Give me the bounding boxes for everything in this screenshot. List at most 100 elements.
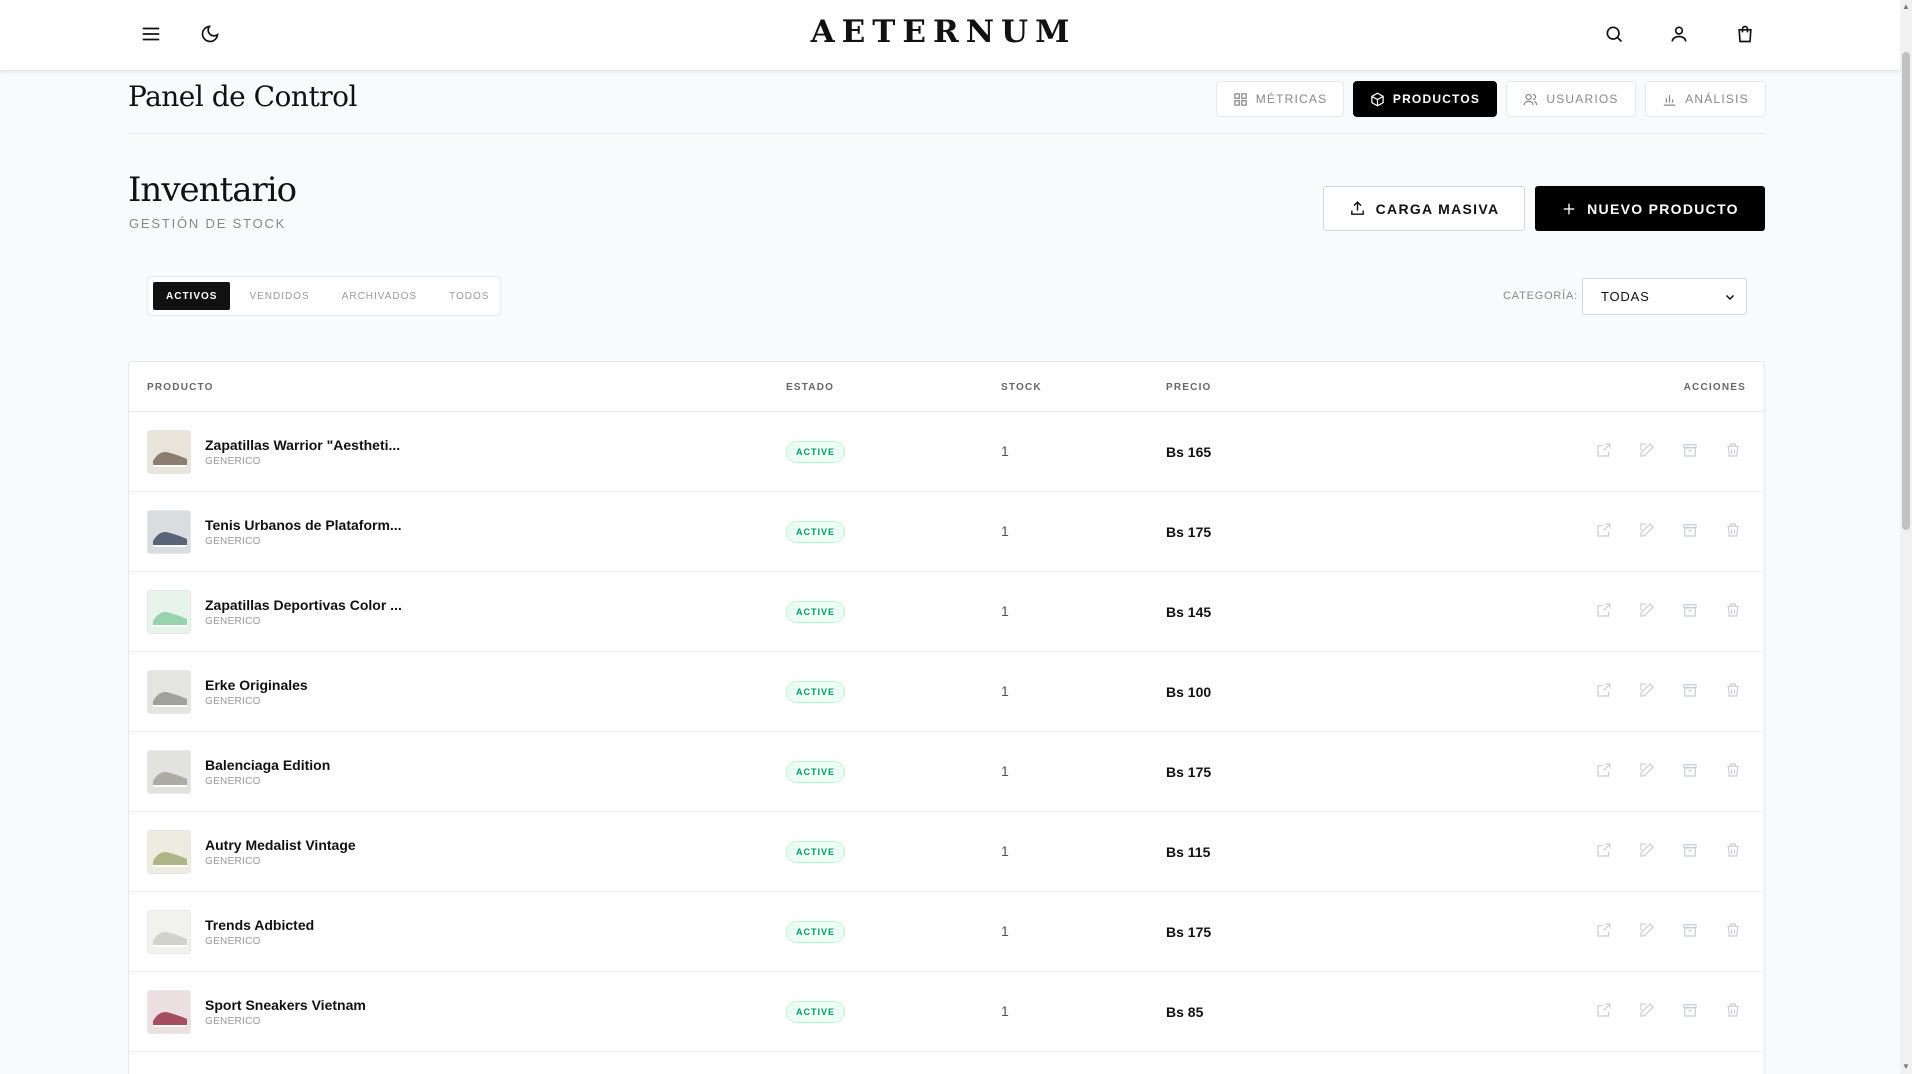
trash-icon[interactable] [1724,1001,1742,1019]
product-category: GENERICO [205,936,261,947]
user-icon[interactable] [1661,16,1697,52]
stock-value: 1 [1001,523,1009,539]
filter-tab-activos[interactable]: ACTIVOS [153,282,231,310]
trash-icon[interactable] [1724,841,1742,859]
table-row[interactable]: Zapatillas Deportivas Color ... GENERICO… [129,572,1764,652]
table-row[interactable]: Erke Originales GENERICO ACTIVE 1 Bs 100 [129,652,1764,732]
stock-value: 1 [1001,923,1009,939]
product-name[interactable]: Trends Adbicted [205,917,314,933]
product-name[interactable]: Zapatillas Warrior "Aestheti... [205,437,400,453]
table-header: PRODUCTO ESTADO STOCK PRECIO ACCIONES [129,362,1764,412]
scroll-up-arrow[interactable]: ▲ [1902,2,1910,12]
product-category: GENERICO [205,1016,261,1027]
trash-icon[interactable] [1724,681,1742,699]
product-thumbnail[interactable] [147,670,191,714]
external-link-icon[interactable] [1595,521,1613,539]
edit-icon[interactable] [1638,841,1656,859]
external-link-icon[interactable] [1595,761,1613,779]
product-name[interactable]: Erke Originales [205,677,308,693]
external-link-icon[interactable] [1595,601,1613,619]
table-row[interactable]: Autry Medalist Vintage GENERICO ACTIVE 1… [129,812,1764,892]
edit-icon[interactable] [1638,761,1656,779]
users-icon [1523,93,1538,105]
edit-icon[interactable] [1638,1001,1656,1019]
external-link-icon[interactable] [1595,1001,1613,1019]
column-header-status: ESTADO [786,382,835,393]
product-name[interactable]: Zapatillas Deportivas Color ... [205,597,402,613]
product-name[interactable]: Balenciaga Edition [205,757,330,773]
cart-icon[interactable] [1727,16,1763,52]
filter-tab-archivados[interactable]: ARCHIVADOS [329,282,430,310]
external-link-icon[interactable] [1595,921,1613,939]
edit-icon[interactable] [1638,921,1656,939]
tab-productos[interactable]: PRODUCTOS [1353,81,1497,117]
trash-icon[interactable] [1724,601,1742,619]
product-thumbnail[interactable] [147,430,191,474]
edit-icon[interactable] [1638,681,1656,699]
trash-icon[interactable] [1724,521,1742,539]
bulk-upload-button[interactable]: CARGA MASIVA [1323,186,1525,231]
archive-icon[interactable] [1681,601,1699,619]
filter-tab-todos[interactable]: TODOS [436,282,502,310]
table-row[interactable]: Zapatillas Warrior "Aestheti... GENERICO… [129,412,1764,492]
status-badge: ACTIVE [786,441,846,463]
edit-icon[interactable] [1638,521,1656,539]
search-icon[interactable] [1596,16,1632,52]
tab-analisis[interactable]: ANÁLISIS [1645,81,1766,117]
edit-icon[interactable] [1638,441,1656,459]
stock-value: 1 [1001,843,1009,859]
category-select[interactable]: TODAS [1582,278,1747,315]
grid-icon [1233,92,1247,106]
status-badge: ACTIVE [786,921,846,943]
column-header-price: PRECIO [1166,382,1212,393]
new-product-button[interactable]: NUEVO PRODUCTO [1535,186,1765,231]
external-link-icon[interactable] [1595,841,1613,859]
price-value: Bs 145 [1166,604,1212,620]
product-thumbnail[interactable] [147,510,191,554]
archive-icon[interactable] [1681,841,1699,859]
top-navbar: AETERNUM [0,0,1900,71]
edit-icon[interactable] [1638,601,1656,619]
column-header-actions: ACCIONES [1683,382,1746,393]
table-row[interactable]: Tenis Urbanos de Plataform... GENERICO A… [129,492,1764,572]
product-thumbnail[interactable] [147,910,191,954]
box-icon [1371,92,1384,106]
archive-icon[interactable] [1681,441,1699,459]
scrollbar[interactable]: ▲ ▼ [1900,0,1912,1074]
product-name[interactable]: Tenis Urbanos de Plataform... [205,517,402,533]
product-category: GENERICO [205,456,261,467]
trash-icon[interactable] [1724,441,1742,459]
tab-metricas[interactable]: MÉTRICAS [1216,81,1344,117]
chevron-down-icon [1725,294,1735,300]
archive-icon[interactable] [1681,761,1699,779]
product-thumbnail[interactable] [147,830,191,874]
product-thumbnail[interactable] [147,990,191,1034]
category-value: TODAS [1601,289,1650,304]
product-thumbnail[interactable] [147,590,191,634]
table-row[interactable]: Balenciaga Edition GENERICO ACTIVE 1 Bs … [129,732,1764,812]
trash-icon[interactable] [1724,761,1742,779]
status-badge: ACTIVE [786,841,846,863]
scroll-thumb[interactable] [1902,52,1910,530]
product-name[interactable]: Sport Sneakers Vietnam [205,997,366,1013]
status-badge: ACTIVE [786,681,846,703]
archive-icon[interactable] [1681,521,1699,539]
status-badge: ACTIVE [786,521,846,543]
trash-icon[interactable] [1724,921,1742,939]
upload-icon [1350,201,1364,215]
scroll-down-arrow[interactable]: ▼ [1902,1062,1910,1072]
table-row[interactable]: Sport Sneakers Vietnam GENERICO ACTIVE 1… [129,972,1764,1052]
row-actions [1595,841,1742,859]
archive-icon[interactable] [1681,921,1699,939]
product-thumbnail[interactable] [147,750,191,794]
filter-tab-vendidos[interactable]: VENDIDOS [236,282,322,310]
tab-usuarios[interactable]: USUARIOS [1506,81,1636,117]
external-link-icon[interactable] [1595,441,1613,459]
product-name[interactable]: Autry Medalist Vintage [205,837,356,853]
external-link-icon[interactable] [1595,681,1613,699]
status-badge: ACTIVE [786,761,846,783]
table-row[interactable]: Trends Adbicted GENERICO ACTIVE 1 Bs 175 [129,892,1764,972]
archive-icon[interactable] [1681,681,1699,699]
archive-icon[interactable] [1681,1001,1699,1019]
price-value: Bs 115 [1166,844,1211,860]
